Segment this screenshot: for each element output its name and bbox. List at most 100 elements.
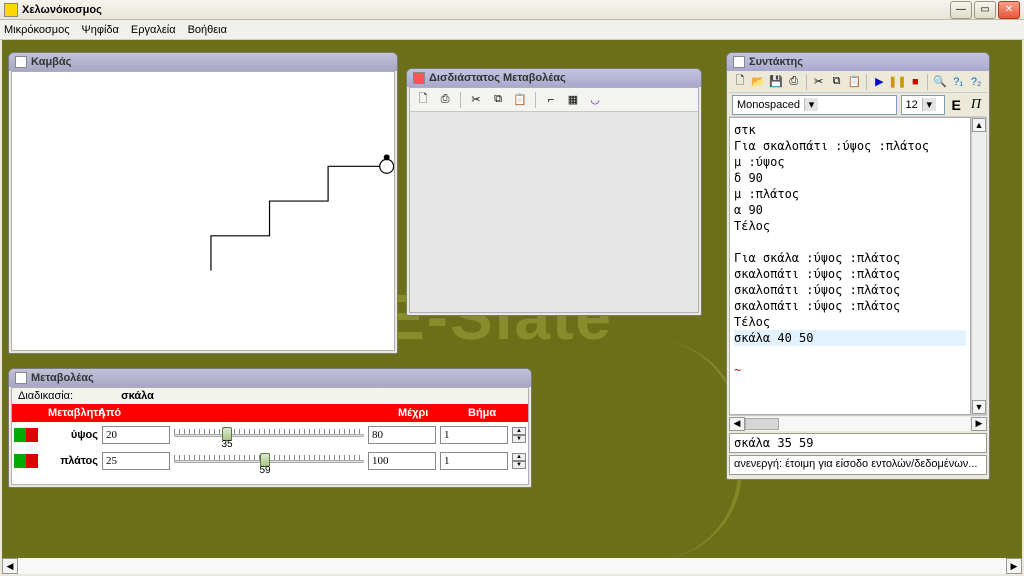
scroll-up-icon[interactable]: ▲ (972, 118, 986, 132)
spin-down-1[interactable]: ▼ (512, 461, 526, 469)
size-combo[interactable]: 12 ▾ (901, 95, 945, 115)
open-icon[interactable]: 📂 (750, 74, 766, 90)
scroll-left-icon[interactable]: ◀ (729, 417, 745, 431)
status-bar: ανενεργή: έτοιμη για είσοδο εντολών/δεδο… (729, 455, 987, 475)
find-icon[interactable]: 🔍 (932, 74, 948, 90)
chevron-down-icon[interactable]: ▾ (804, 98, 818, 111)
turtle-canvas[interactable] (12, 72, 394, 350)
new-icon[interactable]: 🗋 (414, 91, 432, 109)
run-icon[interactable]: ▶ (871, 74, 887, 90)
variator2d-body: 🗋 ⎙ ✂ ⧉ 📋 ⌐ ▦ ◡ (409, 87, 699, 313)
slider-0[interactable]: 35 (174, 425, 364, 445)
print-icon[interactable]: ⎙ (436, 91, 454, 109)
variator2d-title: Δισδιάστατος Μεταβολέας (429, 72, 566, 84)
help2-icon[interactable]: ?₂ (968, 74, 984, 90)
workspace: E-Slate Καμβάς Δισδιάστατος Μεταβολέας 🗋… (2, 40, 1022, 558)
paste-icon[interactable]: 📋 (511, 91, 529, 109)
font-combo[interactable]: Monospaced ▾ (732, 95, 897, 115)
pause-icon[interactable]: ❚❚ (889, 74, 905, 90)
minimize-button[interactable]: — (950, 1, 972, 19)
maximize-button[interactable]: ▭ (974, 1, 996, 19)
scroll-right-icon[interactable]: ▶ (971, 417, 987, 431)
variator2d-titlebar[interactable]: Δισδιάστατος Μεταβολέας (407, 69, 701, 87)
color-swatch-icon[interactable] (14, 454, 38, 468)
menu-microworld[interactable]: Μικρόκοσμος (4, 24, 70, 36)
canvas-panel: Καμβάς (8, 52, 398, 354)
editor-vscrollbar[interactable]: ▲ ▼ (971, 117, 987, 415)
scroll-right-icon[interactable]: ▶ (1006, 558, 1022, 574)
variator2d-icon (413, 72, 425, 84)
spin-down-0[interactable]: ▼ (512, 435, 526, 443)
new-file-icon[interactable]: 🗋 (732, 74, 748, 90)
variator-panel: Μεταβολέας Διαδικασία: σκάλα Μεταβλητή Α… (8, 368, 532, 488)
copy-icon[interactable]: ⧉ (829, 74, 845, 90)
variator-icon (15, 372, 27, 384)
chevron-down-icon[interactable]: ▾ (922, 98, 936, 111)
procedure-name: σκάλα (121, 390, 154, 402)
italic-button[interactable]: Π (968, 97, 984, 113)
header-to: Μέχρι (392, 407, 462, 419)
slider-value-1: 59 (260, 465, 271, 476)
help-icon[interactable]: ?₁ (950, 74, 966, 90)
curve-icon[interactable]: ◡ (586, 91, 604, 109)
code-editor[interactable]: στκΓια σκαλοπάτι :ύψος :πλάτοςμ :ύψοςδ 9… (729, 117, 971, 415)
canvas-body[interactable] (11, 71, 395, 351)
editor-title: Συντάκτης (749, 56, 803, 68)
variator2d-toolbar: 🗋 ⎙ ✂ ⧉ 📋 ⌐ ▦ ◡ (410, 88, 698, 112)
java-icon (15, 56, 27, 68)
copy-icon[interactable]: ⧉ (489, 91, 507, 109)
cut-icon[interactable]: ✂ (811, 74, 827, 90)
variator-titlebar[interactable]: Μεταβολέας (9, 369, 531, 387)
paste-icon[interactable]: 📋 (847, 74, 863, 90)
menu-component[interactable]: Ψηφίδα (82, 24, 119, 36)
step-input-1[interactable] (440, 452, 508, 470)
var-name-0: ύψος (48, 429, 98, 441)
header-step: Βήμα (462, 407, 512, 419)
canvas-title: Καμβάς (31, 56, 71, 68)
axis-icon[interactable]: ⌐ (542, 91, 560, 109)
canvas-titlebar[interactable]: Καμβάς (9, 53, 397, 71)
app-icon (4, 3, 18, 17)
bold-button[interactable]: E (949, 97, 964, 113)
cut-icon[interactable]: ✂ (467, 91, 485, 109)
variator-row-1: πλάτος 59 ▲▼ (12, 448, 528, 474)
to-input-0[interactable] (368, 426, 436, 444)
spinner-0: ▲▼ (512, 427, 526, 443)
editor-titlebar[interactable]: Συντάκτης (727, 53, 989, 71)
titlebar: Χελωνόκοσμος — ▭ ✕ (0, 0, 1024, 20)
spinner-1: ▲▼ (512, 453, 526, 469)
hscroll-thumb[interactable] (745, 418, 779, 430)
scroll-down-icon[interactable]: ▼ (972, 400, 986, 414)
print-icon[interactable]: ⎙ (786, 74, 802, 90)
header-variable: Μεταβλητή (42, 407, 92, 419)
slider-1[interactable]: 59 (174, 451, 364, 471)
editor-icon (733, 56, 745, 68)
color-swatch-icon[interactable] (14, 428, 38, 442)
variator-row-0: ύψος 35 ▲▼ (12, 422, 528, 448)
save-icon[interactable]: 💾 (768, 74, 784, 90)
menu-tools[interactable]: Εργαλεία (131, 24, 176, 36)
command-input[interactable]: σκάλα 35 59 (729, 433, 987, 453)
workspace-hscrollbar[interactable]: ◀ ▶ (2, 558, 1022, 574)
close-button[interactable]: ✕ (998, 1, 1020, 19)
editor-format-toolbar: Monospaced ▾ 12 ▾ E Π (729, 93, 987, 117)
size-value: 12 (906, 99, 918, 111)
editor-hscrollbar[interactable]: ◀ ▶ (729, 415, 987, 431)
var-name-1: πλάτος (48, 455, 98, 467)
from-input-0[interactable] (102, 426, 170, 444)
spin-up-1[interactable]: ▲ (512, 453, 526, 461)
variator-title: Μεταβολέας (31, 372, 94, 384)
step-input-0[interactable] (440, 426, 508, 444)
to-input-1[interactable] (368, 452, 436, 470)
menu-help[interactable]: Βοήθεια (188, 24, 227, 36)
header-from: Από (92, 407, 172, 419)
menubar: Μικρόκοσμος Ψηφίδα Εργαλεία Βοήθεια (0, 20, 1024, 40)
variator-header: Μεταβλητή Από Μέχρι Βήμα (12, 404, 528, 422)
procedure-row: Διαδικασία: σκάλα (12, 388, 528, 404)
from-input-1[interactable] (102, 452, 170, 470)
stop-icon[interactable]: ■ (907, 74, 923, 90)
scroll-left-icon[interactable]: ◀ (2, 558, 18, 574)
spin-up-0[interactable]: ▲ (512, 427, 526, 435)
watermark-arc (562, 340, 742, 558)
grid-icon[interactable]: ▦ (564, 91, 582, 109)
